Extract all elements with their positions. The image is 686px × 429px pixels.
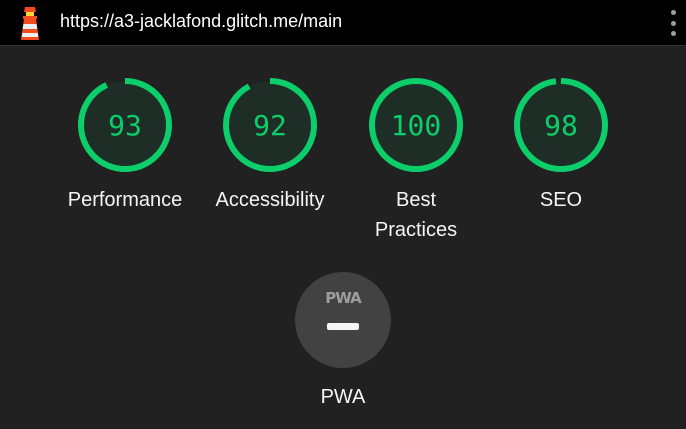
score-value: 98	[544, 109, 578, 142]
pwa-icon: PWA	[325, 289, 361, 307]
score-ring: 98	[514, 78, 608, 172]
score-ring: 92	[223, 78, 317, 172]
menu-dot	[670, 20, 676, 26]
score-value: 100	[391, 109, 442, 142]
score-value: 93	[108, 109, 142, 142]
gauge-performance[interactable]: 93 Performance	[55, 77, 195, 215]
gauge-best-practices[interactable]: 100 Best Practices	[346, 77, 486, 245]
pwa-badge: PWA	[295, 272, 391, 368]
gauge-accessibility[interactable]: 92 Accessibility	[200, 77, 340, 215]
page-url: https://a3-jacklafond.glitch.me/main	[60, 11, 343, 31]
score-label: Accessibility	[215, 189, 325, 211]
menu-dot	[670, 10, 676, 15]
score-label: Best Practices	[374, 189, 458, 241]
gauge-seo[interactable]: 98 SEO	[491, 77, 631, 215]
pwa-label: PWA	[320, 386, 366, 408]
score-label: Performance	[67, 189, 183, 211]
kebab-menu-icon[interactable]	[664, 10, 682, 36]
lighthouse-icon	[21, 7, 39, 40]
score-ring: 93	[78, 78, 172, 172]
gauge-pwa[interactable]: PWA PWA	[257, 272, 429, 409]
top-bar: https://a3-jacklafond.glitch.me/main	[0, 0, 686, 46]
score-ring: 100	[369, 78, 463, 172]
score-value: 92	[253, 109, 287, 142]
dash-icon	[327, 323, 359, 330]
score-label: SEO	[539, 189, 583, 211]
menu-dot	[670, 31, 676, 36]
